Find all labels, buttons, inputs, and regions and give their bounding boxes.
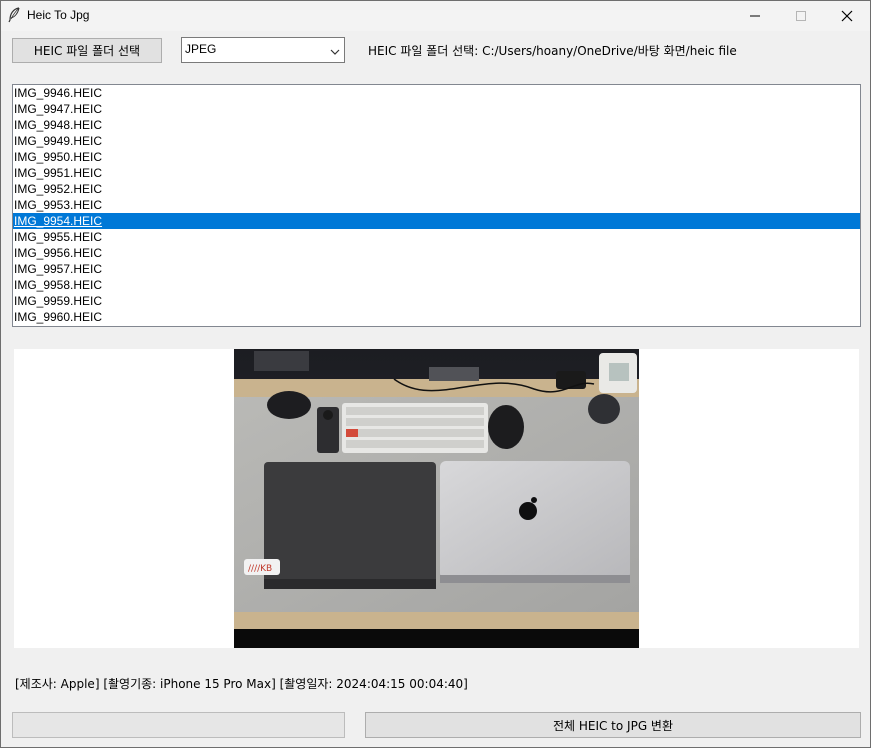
convert-all-button[interactable]: 전체 HEIC to JPG 변환	[365, 712, 861, 738]
file-list-item[interactable]: IMG_9959.HEIC	[13, 293, 860, 309]
chevron-down-icon	[330, 45, 340, 59]
format-select[interactable]: JPEG	[181, 37, 345, 63]
file-list-item[interactable]: IMG_9951.HEIC	[13, 165, 860, 181]
preview-image: ////KB	[234, 349, 639, 648]
app-window: Heic To Jpg HEIC 파일 폴더 선택 JPEG HEIC 파일 폴…	[0, 0, 871, 748]
format-select-value: JPEG	[185, 42, 217, 56]
exif-info: [제조사: Apple] [촬영기종: iPhone 15 Pro Max] […	[15, 677, 468, 691]
feather-icon	[7, 7, 21, 23]
close-icon	[841, 10, 853, 22]
file-list-item[interactable]: IMG_9960.HEIC	[13, 309, 860, 325]
file-list-item[interactable]: IMG_9946.HEIC	[13, 85, 860, 101]
svg-text:////KB: ////KB	[248, 564, 272, 574]
file-list-item[interactable]: IMG_9947.HEIC	[13, 101, 860, 117]
maximize-icon	[796, 11, 806, 21]
folder-path-label: HEIC 파일 폴더 선택: C:/Users/hoany/OneDrive/바…	[368, 44, 737, 58]
select-folder-button[interactable]: HEIC 파일 폴더 선택	[12, 38, 162, 63]
image-preview-panel: ////KB	[14, 349, 859, 648]
window-title: Heic To Jpg	[27, 8, 90, 22]
file-list-item[interactable]: IMG_9949.HEIC	[13, 133, 860, 149]
minimize-icon	[750, 11, 760, 21]
file-list-item[interactable]: IMG_9956.HEIC	[13, 245, 860, 261]
minimize-button[interactable]	[732, 1, 778, 31]
file-list-item[interactable]: IMG_9948.HEIC	[13, 117, 860, 133]
progress-bar	[12, 712, 345, 738]
file-list-item[interactable]: IMG_9954.HEIC	[13, 213, 860, 229]
close-button[interactable]	[824, 1, 870, 31]
file-list-item[interactable]: IMG_9952.HEIC	[13, 181, 860, 197]
maximize-button[interactable]	[778, 1, 824, 31]
file-list-item[interactable]: IMG_9950.HEIC	[13, 149, 860, 165]
file-list-item[interactable]: IMG_9958.HEIC	[13, 277, 860, 293]
file-list-item[interactable]: IMG_9953.HEIC	[13, 197, 860, 213]
file-listbox[interactable]: IMG_9946.HEIC IMG_9947.HEIC IMG_9948.HEIC I…	[12, 84, 861, 327]
file-list-item[interactable]: IMG_9955.HEIC	[13, 229, 860, 245]
title-bar[interactable]: Heic To Jpg	[1, 1, 870, 31]
file-list-item[interactable]: IMG_9957.HEIC	[13, 261, 860, 277]
